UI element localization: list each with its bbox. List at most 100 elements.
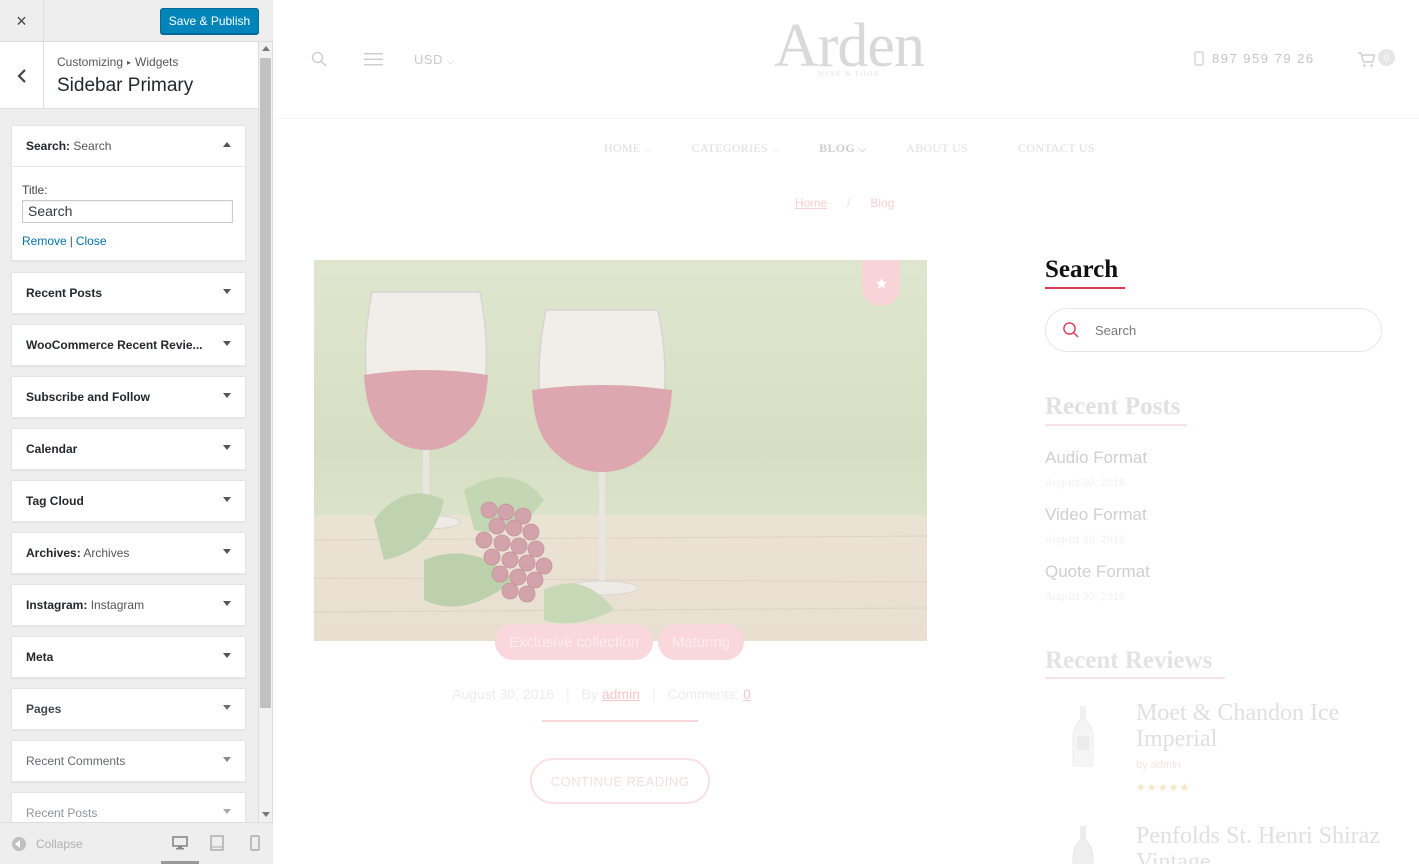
collapse-icon bbox=[12, 837, 26, 851]
scroll-down-arrow-icon[interactable] bbox=[262, 812, 270, 817]
widget-name: Instagram bbox=[26, 598, 84, 612]
widget-header[interactable]: Archives: Archives bbox=[12, 533, 245, 573]
collapse-button[interactable]: Collapse bbox=[12, 837, 83, 851]
widget-header[interactable]: Recent Comments bbox=[12, 741, 245, 781]
recent-post-link[interactable]: Quote Format bbox=[1045, 562, 1150, 582]
product-thumbnail[interactable] bbox=[1070, 706, 1096, 768]
desktop-device-icon[interactable] bbox=[172, 835, 188, 851]
post-author-link[interactable]: admin bbox=[602, 686, 640, 702]
back-button[interactable] bbox=[0, 42, 44, 109]
chevron-down-icon: ⌵ bbox=[644, 144, 652, 154]
continue-reading-button[interactable]: CONTINUE READING bbox=[530, 758, 710, 804]
review-product-link[interactable]: Penfolds St. Henri Shiraz Vintage bbox=[1136, 823, 1385, 864]
widget-header[interactable]: Recent Posts bbox=[12, 273, 245, 313]
nav-item-home[interactable]: HOME ⌵ bbox=[604, 141, 652, 156]
scroll-up-arrow-icon[interactable] bbox=[262, 46, 270, 51]
widget-header[interactable]: Search: Search bbox=[12, 126, 245, 166]
post-tag[interactable]: Maturing bbox=[658, 624, 744, 660]
save-publish-button[interactable]: Save & Publish bbox=[160, 8, 259, 34]
widget-meta[interactable]: Meta bbox=[11, 636, 246, 678]
product-thumbnail[interactable] bbox=[1070, 826, 1096, 864]
main-navigation: HOME ⌵ CATEGORIES ⌵ BLOG ⌵ ABOUT US CONTACT… bbox=[604, 141, 1135, 156]
widget-header[interactable]: Calendar bbox=[12, 429, 245, 469]
cart-icon[interactable] bbox=[1357, 49, 1377, 69]
widget-name: Recent Posts bbox=[26, 286, 103, 300]
recent-post-date: August 30, 2016 bbox=[1045, 591, 1126, 603]
widget-header[interactable]: WooCommerce Recent Revie... bbox=[12, 325, 245, 365]
expand-arrow-icon[interactable] bbox=[223, 549, 231, 554]
customizer-footer: Collapse bbox=[0, 822, 273, 864]
nav-item-contact-us[interactable]: CONTACT US bbox=[1018, 141, 1095, 156]
expand-arrow-icon[interactable] bbox=[223, 653, 231, 658]
close-link[interactable]: Close bbox=[76, 234, 107, 248]
recent-post-link[interactable]: Video Format bbox=[1045, 505, 1147, 525]
widget-subscribe-follow[interactable]: Subscribe and Follow bbox=[11, 376, 246, 418]
sidebar-search-input[interactable]: Search bbox=[1045, 308, 1382, 352]
expand-arrow-icon[interactable] bbox=[223, 601, 231, 606]
phone-contact: 897 959 79 26 bbox=[1194, 51, 1315, 66]
widget-header[interactable]: Recent Posts bbox=[12, 793, 245, 822]
post-tag[interactable]: Exclusive collection bbox=[495, 624, 653, 660]
widget-instance-title: Archives bbox=[83, 546, 130, 560]
nav-item-about-us[interactable]: ABOUT US bbox=[906, 141, 968, 156]
breadcrumb-separator-icon: ▸ bbox=[127, 58, 132, 67]
title-label: Title: bbox=[22, 183, 48, 197]
widget-actions: Remove | Close bbox=[22, 234, 107, 248]
expand-arrow-icon[interactable] bbox=[223, 393, 231, 398]
currency-selector[interactable]: USD ⌵ bbox=[414, 52, 454, 67]
collapse-arrow-icon[interactable] bbox=[223, 142, 231, 147]
widget-instance-title: Instagram bbox=[90, 598, 145, 612]
nav-item-blog[interactable]: BLOG ⌵ bbox=[819, 141, 866, 156]
widget-recent-posts-2[interactable]: Recent Posts bbox=[11, 792, 246, 822]
breadcrumb-current: Blog bbox=[870, 196, 895, 210]
section-header: Customizing ▸ Widgets Sidebar Primary bbox=[0, 42, 258, 109]
expand-arrow-icon[interactable] bbox=[223, 341, 231, 346]
breadcrumb-home-link[interactable]: Home bbox=[795, 196, 827, 210]
post-featured-image[interactable] bbox=[314, 260, 927, 641]
close-customizer-button[interactable]: × bbox=[0, 0, 44, 42]
widget-tag-cloud[interactable]: Tag Cloud bbox=[11, 480, 246, 522]
site-logo[interactable]: Arden WINE & FOOD bbox=[764, 14, 934, 78]
tablet-device-icon[interactable] bbox=[210, 835, 224, 851]
widget-pages[interactable]: Pages bbox=[11, 688, 246, 730]
expand-arrow-icon[interactable] bbox=[223, 497, 231, 502]
widget-calendar[interactable]: Calendar bbox=[11, 428, 246, 470]
widget-recent-comments[interactable]: Recent Comments bbox=[11, 740, 246, 782]
post-comments-link[interactable]: 0 bbox=[743, 686, 751, 702]
remove-link[interactable]: Remove bbox=[22, 234, 67, 248]
breadcrumb: Customizing ▸ Widgets bbox=[57, 55, 178, 69]
widget-recent-posts[interactable]: Recent Posts bbox=[11, 272, 246, 314]
title-underline bbox=[1045, 287, 1125, 289]
expand-arrow-icon[interactable] bbox=[223, 445, 231, 450]
search-placeholder: Search bbox=[1095, 323, 1137, 338]
logo-text: Arden bbox=[774, 12, 925, 80]
recent-post-date: August 30, 2016 bbox=[1045, 477, 1126, 489]
recent-post-link[interactable]: Audio Format bbox=[1045, 448, 1147, 468]
scrollbar-thumb[interactable] bbox=[260, 58, 271, 708]
mobile-device-icon[interactable] bbox=[250, 835, 260, 851]
expand-arrow-icon[interactable] bbox=[223, 289, 231, 294]
search-icon[interactable] bbox=[311, 51, 327, 67]
nav-item-categories[interactable]: CATEGORIES ⌵ bbox=[692, 141, 779, 156]
close-icon: × bbox=[16, 10, 27, 31]
widget-header[interactable]: Meta bbox=[12, 637, 245, 677]
panel-scrollbar[interactable] bbox=[258, 42, 272, 822]
widget-woocommerce-recent-reviews[interactable]: WooCommerce Recent Revie... bbox=[11, 324, 246, 366]
phone-number: 897 959 79 26 bbox=[1212, 51, 1315, 66]
widget-form: Title: Search Remove | Close bbox=[12, 166, 245, 260]
widget-header[interactable]: Tag Cloud bbox=[12, 481, 245, 521]
title-underline bbox=[1045, 677, 1225, 679]
widget-instagram[interactable]: Instagram: Instagram bbox=[11, 584, 246, 626]
expand-arrow-icon[interactable] bbox=[223, 705, 231, 710]
widget-header[interactable]: Instagram: Instagram bbox=[12, 585, 245, 625]
menu-icon[interactable] bbox=[364, 52, 383, 66]
expand-arrow-icon[interactable] bbox=[223, 809, 231, 814]
widget-archives[interactable]: Archives: Archives bbox=[11, 532, 246, 574]
recent-post-date: August 30, 2016 bbox=[1045, 534, 1126, 546]
widget-header[interactable]: Pages bbox=[12, 689, 245, 729]
review-product-link[interactable]: Moet & Chandon Ice Imperial bbox=[1136, 700, 1385, 752]
title-input[interactable]: Search bbox=[22, 200, 233, 223]
widget-header[interactable]: Subscribe and Follow bbox=[12, 377, 245, 417]
widget-name: Archives bbox=[26, 546, 77, 560]
expand-arrow-icon[interactable] bbox=[223, 757, 231, 762]
